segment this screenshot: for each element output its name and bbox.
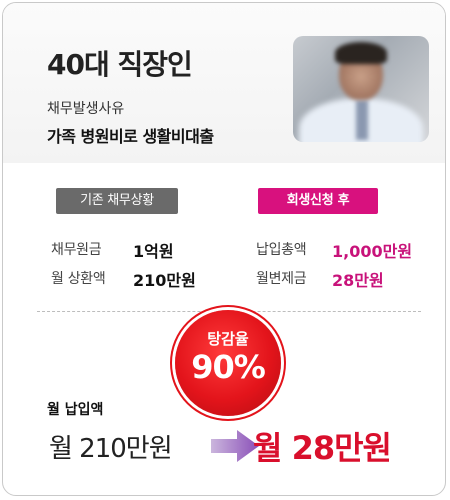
monthly-settlement-label: 월변제금	[256, 271, 307, 287]
reduction-rate-value: 90%	[191, 348, 266, 386]
monthly-repayment-label: 월 상환액	[51, 271, 106, 287]
debt-reason-label: 채무발생사유	[47, 101, 125, 117]
total-payment-label: 납입총액	[256, 242, 307, 258]
monthly-payment-after: 월 28만원	[253, 429, 392, 467]
monthly-payment-label: 월 납입액	[47, 402, 104, 418]
photo-hair	[335, 42, 387, 64]
total-payment-value: 1,000만원	[332, 242, 413, 261]
debt-reason-text: 가족 병원비로 생활비대출	[47, 127, 214, 146]
monthly-payment-before: 월 210만원	[49, 434, 173, 464]
principal-label: 채무원금	[51, 242, 102, 258]
person-photo	[293, 36, 429, 142]
before-status-badge: 기존 채무상황	[56, 188, 178, 214]
reduction-rate-stamp: 탕감율 90%	[175, 310, 281, 416]
case-title: 40대 직장인	[47, 48, 193, 81]
photo-tie	[356, 100, 368, 140]
reduction-rate-label: 탕감율	[207, 330, 249, 348]
after-status-badge: 회생신청 후	[258, 188, 378, 214]
monthly-settlement-value: 28만원	[332, 271, 384, 290]
monthly-repayment-value: 210만원	[133, 271, 196, 290]
case-card: 40대 직장인 채무발생사유 가족 병원비로 생활비대출 기존 채무상황 회생신…	[2, 2, 446, 496]
principal-value: 1억원	[133, 242, 174, 261]
